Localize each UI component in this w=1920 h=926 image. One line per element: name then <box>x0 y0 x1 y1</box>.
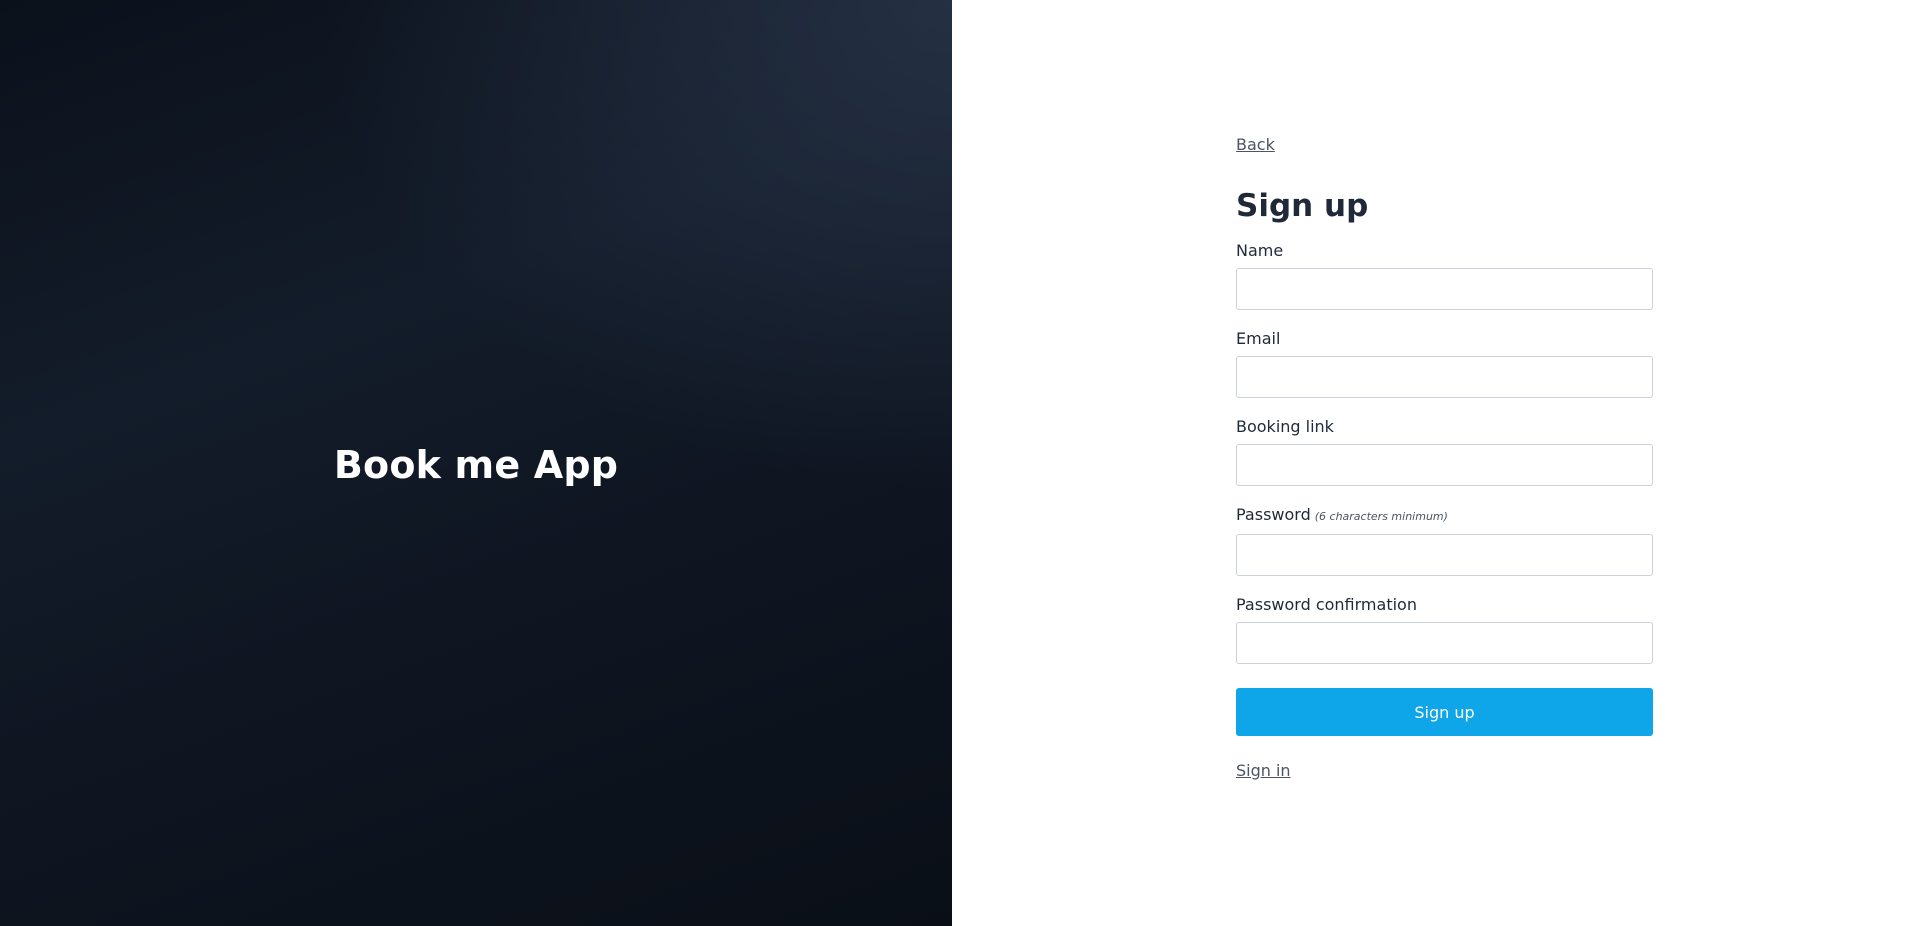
sign-up-button[interactable]: Sign up <box>1236 688 1653 736</box>
password-confirmation-label: Password confirmation <box>1236 594 1653 616</box>
name-input[interactable] <box>1236 268 1653 310</box>
booking-link-label-text: Booking link <box>1236 417 1334 436</box>
password-label-text: Password <box>1236 505 1311 524</box>
app-title: Book me App <box>333 443 619 487</box>
password-confirmation-input[interactable] <box>1236 622 1653 664</box>
signup-page: Book me App Back Sign up Name Email Book… <box>0 0 1920 926</box>
password-confirmation-field-group: Password confirmation <box>1236 594 1653 664</box>
password-confirmation-label-text: Password confirmation <box>1236 595 1417 614</box>
form-panel: Back Sign up Name Email Booking link Pas… <box>952 0 1920 926</box>
password-input[interactable] <box>1236 534 1653 576</box>
signup-form: Back Sign up Name Email Booking link Pas… <box>1236 134 1653 782</box>
email-field-group: Email <box>1236 328 1653 398</box>
booking-link-input[interactable] <box>1236 444 1653 486</box>
password-field-group: Password (6 characters minimum) <box>1236 504 1653 576</box>
booking-link-field-group: Booking link <box>1236 416 1653 486</box>
email-label: Email <box>1236 328 1653 350</box>
email-input[interactable] <box>1236 356 1653 398</box>
booking-link-label: Booking link <box>1236 416 1653 438</box>
back-link[interactable]: Back <box>1236 134 1275 156</box>
name-field-group: Name <box>1236 240 1653 310</box>
hero-panel: Book me App <box>0 0 952 926</box>
sign-in-link[interactable]: Sign in <box>1236 760 1291 782</box>
name-label: Name <box>1236 240 1653 262</box>
password-label: Password (6 characters minimum) <box>1236 504 1653 528</box>
email-label-text: Email <box>1236 329 1281 348</box>
password-hint: (6 characters minimum) <box>1314 510 1448 523</box>
form-title: Sign up <box>1236 188 1369 224</box>
name-label-text: Name <box>1236 241 1284 260</box>
